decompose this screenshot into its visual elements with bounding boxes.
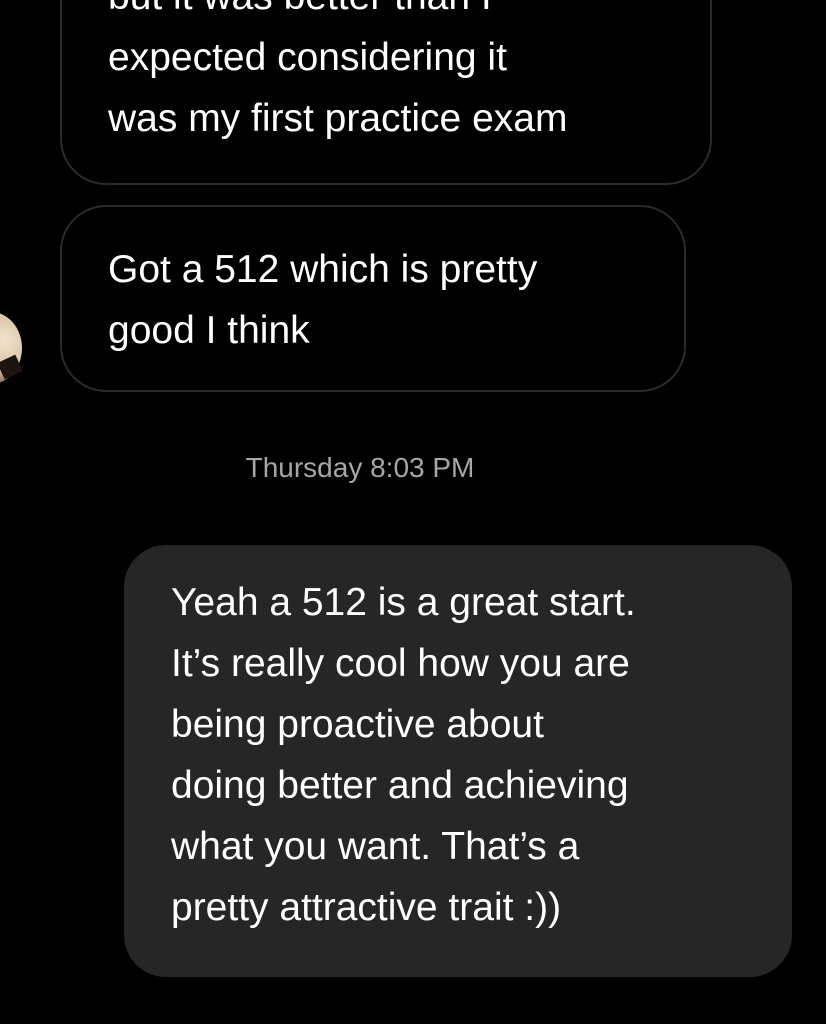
- message-text-line: It’s really cool how you are: [171, 642, 630, 685]
- message-timestamp: Thursday 8:03 PM: [245, 452, 475, 483]
- incoming-message-bubble[interactable]: but it was better than I expected consid…: [60, 0, 712, 185]
- message-text-line: expected considering it: [108, 36, 507, 79]
- message-text-line: doing better and achieving: [171, 764, 629, 807]
- incoming-message-bubble[interactable]: Got a 512 which is pretty good I think: [60, 205, 686, 392]
- message-text-line: Yeah a 512 is a great start.: [171, 581, 636, 624]
- message-text-line: pretty attractive trait :)): [171, 886, 562, 929]
- message-text-line: Got a 512 which is pretty: [108, 248, 538, 291]
- message-text-line: what you want. That’s a: [171, 825, 580, 868]
- message-text-line: was my first practice exam: [108, 97, 568, 140]
- outgoing-message-bubble[interactable]: Yeah a 512 is a great start. It’s really…: [124, 545, 792, 977]
- message-text-line: good I think: [108, 309, 310, 352]
- message-text-line: but it was better than I: [108, 0, 710, 27]
- message-text-line: being proactive about: [171, 703, 544, 746]
